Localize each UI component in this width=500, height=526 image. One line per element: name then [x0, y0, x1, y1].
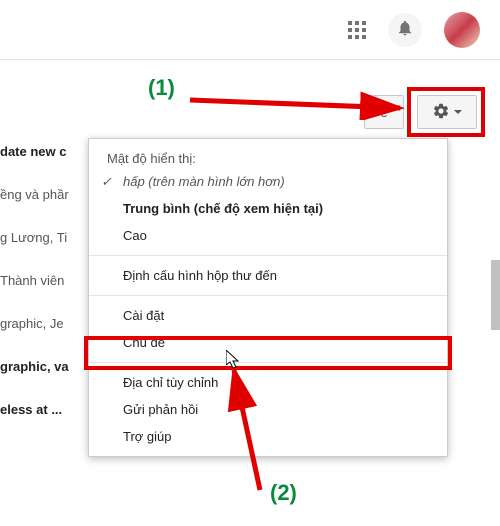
list-item[interactable]: Thành viên — [0, 259, 96, 302]
apps-icon[interactable] — [348, 21, 366, 39]
gear-icon — [432, 102, 450, 123]
caret-down-icon — [454, 110, 462, 114]
list-item[interactable]: eless at ... — [0, 388, 96, 431]
menu-divider — [89, 295, 447, 296]
notifications-button[interactable] — [388, 13, 422, 47]
menu-density-high[interactable]: Cao — [89, 222, 447, 249]
scrollbar-thumb[interactable] — [491, 260, 500, 330]
settings-menu: Mật độ hiển thị: hấp (trên màn hình lớn … — [88, 138, 448, 457]
topbar — [0, 0, 500, 60]
list-item[interactable]: ềng và phầr — [0, 173, 96, 216]
menu-density-medium[interactable]: Trung bình (chế độ xem hiện tại) — [89, 195, 447, 222]
menu-divider — [89, 362, 447, 363]
extra-button-label: ê — [380, 105, 387, 120]
list-item[interactable]: graphic, va — [0, 345, 96, 388]
menu-settings[interactable]: Cài đặt — [89, 302, 447, 329]
mail-list-fragment: date new c ềng và phầr g Lương, Ti Thành… — [0, 130, 96, 431]
annotation-1: (1) — [148, 75, 175, 101]
menu-send-feedback[interactable]: Gửi phản hồi — [89, 396, 447, 423]
annotation-2: (2) — [270, 480, 297, 506]
settings-button[interactable] — [417, 95, 477, 129]
menu-section-title: Mật độ hiển thị: — [89, 145, 447, 168]
list-item[interactable]: graphic, Je — [0, 302, 96, 345]
extra-button[interactable]: ê — [364, 95, 404, 129]
menu-themes[interactable]: Chủ đề — [89, 329, 447, 356]
list-item[interactable]: g Lương, Ti — [0, 216, 96, 259]
menu-custom-address[interactable]: Địa chỉ tùy chỉnh — [89, 369, 447, 396]
cursor-icon — [226, 350, 242, 373]
menu-help[interactable]: Trợ giúp — [89, 423, 447, 450]
bell-icon — [396, 19, 414, 40]
menu-divider — [89, 255, 447, 256]
avatar[interactable] — [444, 12, 480, 48]
list-item[interactable]: date new c — [0, 130, 96, 173]
menu-density-compact[interactable]: hấp (trên màn hình lớn hơn) — [89, 168, 447, 195]
menu-configure-inbox[interactable]: Định cấu hình hộp thư đến — [89, 262, 447, 289]
